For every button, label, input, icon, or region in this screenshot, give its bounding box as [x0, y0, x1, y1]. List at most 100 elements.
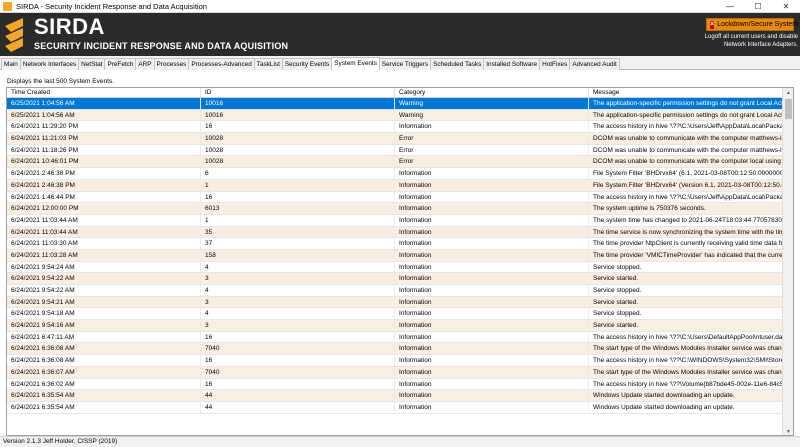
table-cell: 37: [201, 238, 395, 249]
tab-advanced-audit[interactable]: Advanced Audit: [569, 58, 620, 70]
table-cell: 6/24/2021 9:54:22 AM: [7, 273, 201, 284]
tab-scheduled-tasks[interactable]: Scheduled Tasks: [430, 58, 485, 70]
table-cell: 16: [201, 191, 395, 203]
table-row[interactable]: 6/24/2021 9:54:16 AM 3 Information Service …: [7, 320, 783, 332]
table-cell: Service stopped.: [589, 285, 783, 296]
window-title: SIRDA - Security Incident Response and D…: [16, 1, 207, 11]
table-row[interactable]: 6/24/2021 9:54:22 AM 3 Information Service …: [7, 273, 783, 285]
table-cell: 1: [201, 179, 395, 191]
scroll-up-icon[interactable]: ▲: [783, 88, 793, 98]
table-row[interactable]: 6/24/2021 11:03:44 AM 1 Information The sys…: [7, 214, 783, 227]
tab-processes[interactable]: Processes: [153, 58, 190, 70]
table-row[interactable]: 6/24/2021 6:36:08 AM 7040 Information The s…: [7, 343, 783, 356]
table-cell: 6/24/2021 6:36:02 AM: [7, 378, 201, 390]
table-cell: 6/24/2021 11:03:30 AM: [7, 238, 201, 249]
tab-network-interfaces[interactable]: Network Interfaces: [19, 58, 80, 70]
table-cell: The system time has changed to 2021-06-2…: [589, 214, 783, 226]
table-cell: The system uptime is 750376 seconds.: [589, 203, 783, 214]
table-cell: 6/24/2021 11:03:44 AM: [7, 226, 201, 238]
table-row[interactable]: 6/24/2021 12:00:00 PM 6013 Information The …: [7, 203, 783, 215]
column-header-time-created[interactable]: Time Created: [7, 88, 201, 97]
table-row[interactable]: 6/25/2021 1:04:56 AM 10016 Warning The appl…: [7, 109, 783, 122]
table-row[interactable]: 6/24/2021 9:54:24 AM 4 Information Service …: [7, 261, 783, 274]
table-cell: 10028: [201, 144, 395, 156]
table-cell: The start type of the Windows Modules In…: [589, 343, 783, 355]
tab-service-triggers[interactable]: Service Triggers: [378, 58, 432, 70]
scroll-thumb[interactable]: [785, 99, 792, 119]
table-cell: 6/24/2021 11:18:26 PM: [7, 144, 201, 156]
column-header-category[interactable]: Category: [395, 88, 589, 97]
table-row[interactable]: 6/24/2021 11:18:26 PM 10028 Error DCOM was …: [7, 144, 783, 157]
table-row[interactable]: 6/24/2021 6:36:07 AM 7040 Information The s…: [7, 366, 783, 379]
table-row[interactable]: 6/24/2021 11:03:28 AM 158 Information The t…: [7, 249, 783, 262]
table-cell: Information: [395, 343, 589, 355]
table-cell: Information: [395, 308, 589, 320]
table-cell: The access history in hive '\??\C:\Users…: [589, 191, 783, 203]
table-cell: Service started.: [589, 320, 783, 331]
table-cell: Information: [395, 296, 589, 308]
grid-rows: 6/25/2021 1:04:56 AM 10016 Warning The appl…: [7, 98, 783, 414]
table-cell: Information: [395, 355, 589, 366]
app-icon: [3, 1, 12, 11]
table-cell: 6/24/2021 9:54:22 AM: [7, 285, 201, 296]
table-cell: 6/24/2021 9:54:21 AM: [7, 296, 201, 308]
table-row[interactable]: 6/24/2021 1:46:44 PM 16 Information The acc…: [7, 191, 783, 204]
events-grid[interactable]: Time Created ID Category Message 6/25/20…: [6, 87, 794, 436]
table-cell: Service started.: [589, 273, 783, 284]
table-cell: The access history in hive '\??\C:\Users…: [589, 121, 783, 133]
lockdown-button[interactable]: × Lockdown/Secure System: [706, 18, 798, 31]
table-row[interactable]: 6/25/2021 1:04:56 AM 10016 Warning The appl…: [7, 98, 783, 110]
minimize-button[interactable]: —: [716, 0, 744, 13]
tab-processes-advanced[interactable]: Processes-Advanced: [188, 58, 255, 70]
table-row[interactable]: 6/24/2021 10:46:01 PM 10028 Error DCOM was …: [7, 156, 783, 169]
column-header-id[interactable]: ID: [201, 88, 395, 97]
tab-hotfixes[interactable]: HotFixes: [539, 58, 571, 70]
table-cell: Error: [395, 133, 589, 144]
table-cell: DCOM was unable to communicate with the …: [589, 133, 783, 144]
table-row[interactable]: 6/24/2021 6:36:08 AM 16 Information The acc…: [7, 355, 783, 367]
table-row[interactable]: 6/24/2021 6:35:54 AM 44 Information Windows…: [7, 390, 783, 402]
column-header-message[interactable]: Message: [589, 88, 783, 97]
table-row[interactable]: 6/24/2021 6:35:54 AM 44 Information Windows…: [7, 401, 783, 414]
table-cell: 10016: [201, 98, 395, 109]
table-cell: Information: [395, 214, 589, 226]
tab-main[interactable]: Main: [1, 58, 21, 70]
panel-caption: Displays the last 500 System Events.: [7, 78, 114, 85]
table-row[interactable]: 6/24/2021 11:29:20 PM 16 Information The ac…: [7, 121, 783, 134]
table-row[interactable]: 6/24/2021 11:03:30 AM 37 Information The ti…: [7, 238, 783, 250]
tab-system-events[interactable]: System Events: [331, 57, 380, 70]
table-cell: 10028: [201, 133, 395, 144]
table-cell: Service started.: [589, 296, 783, 308]
lockdown-description: Logoff all current users and disable Net…: [704, 34, 798, 48]
table-row[interactable]: 6/24/2021 9:54:18 AM 4 Information Service …: [7, 308, 783, 321]
table-row[interactable]: 6/24/2021 11:03:44 AM 35 Information The ti…: [7, 226, 783, 239]
brand-subtitle: SECURITY INCIDENT RESPONSE AND DATA AQUI…: [34, 41, 289, 51]
sirda-logo-icon: [5, 18, 23, 52]
table-cell: The access history in hive '\??\C:\Users…: [589, 331, 783, 343]
table-cell: Information: [395, 320, 589, 331]
table-row[interactable]: 6/24/2021 9:54:21 AM 3 Information Service …: [7, 296, 783, 309]
close-button[interactable]: ✕: [772, 0, 800, 13]
tab-security-events[interactable]: Security Events: [281, 58, 333, 70]
table-row[interactable]: 6/24/2021 11:21:03 PM 10028 Error DCOM was …: [7, 133, 783, 145]
scroll-down-icon[interactable]: ▼: [783, 427, 793, 435]
tab-tasklist[interactable]: TaskList: [253, 58, 283, 70]
vertical-scrollbar[interactable]: ▲ ▼: [782, 88, 793, 435]
table-row[interactable]: 6/24/2021 6:47:11 AM 16 Information The acc…: [7, 331, 783, 344]
maximize-button[interactable]: ☐: [744, 0, 772, 13]
table-cell: 35: [201, 226, 395, 238]
tab-prefetch[interactable]: PreFetch: [104, 58, 137, 70]
table-row[interactable]: 6/24/2021 2:46:38 PM 6 Information File Sys…: [7, 168, 783, 180]
table-cell: 6/25/2021 1:04:56 AM: [7, 109, 201, 121]
table-row[interactable]: 6/24/2021 6:36:02 AM 16 Information The acc…: [7, 378, 783, 391]
tab-netstat[interactable]: NetStat: [78, 58, 106, 70]
table-cell: Information: [395, 179, 589, 191]
table-row[interactable]: 6/24/2021 9:54:22 AM 4 Information Service …: [7, 285, 783, 297]
table-cell: The application-specific permission sett…: [589, 109, 783, 121]
tab-installed-software[interactable]: Installed Software: [483, 58, 541, 70]
close-icon: ×: [710, 20, 715, 29]
table-row[interactable]: 6/24/2021 2:46:38 PM 1 Information File Sys…: [7, 179, 783, 192]
tab-arp[interactable]: ARP: [135, 58, 155, 70]
table-cell: 6/24/2021 9:54:16 AM: [7, 320, 201, 331]
table-cell: 16: [201, 331, 395, 343]
